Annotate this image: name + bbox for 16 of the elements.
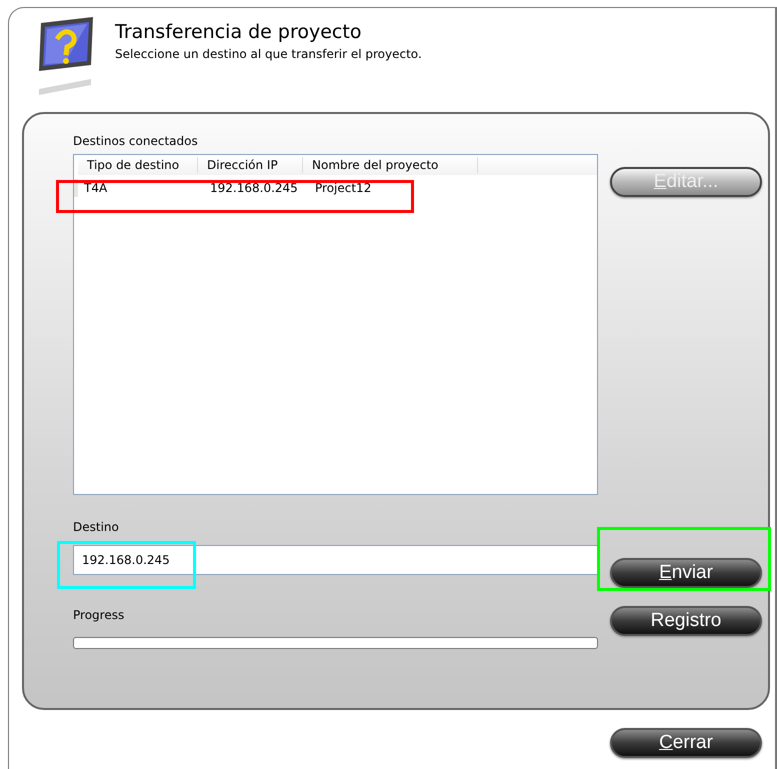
field-label: Destino	[73, 520, 120, 536]
destination-field[interactable]: 192.168.0.245	[73, 545, 598, 575]
dialog-subtitle: Seleccione un destino al que transferir el proyecto.	[115, 47, 422, 61]
table-cell-text: Project12	[314, 181, 372, 195]
log-button[interactable]: Registro	[610, 606, 762, 636]
targets-list[interactable]: Tipo de destino Dirección IP Nombre del proyecto T4A 192.168.0.245 Project12	[73, 154, 598, 495]
column-header[interactable]: Tipo de destino	[78, 157, 198, 173]
column-header[interactable]: Nombre del proyecto	[303, 157, 478, 173]
dialog-title: Transferencia de proyecto	[115, 21, 362, 43]
progress-label: Progress	[73, 608, 126, 624]
column-header[interactable]: Dirección IP	[198, 157, 303, 173]
close-button[interactable]: Cerrar	[610, 728, 762, 758]
table-cell-text: T4A	[83, 181, 108, 195]
table-cell-text: 192.168.0.245	[209, 181, 299, 195]
list-label: Destinos conectados	[73, 134, 199, 150]
send-button[interactable]: Enviar	[610, 558, 762, 588]
